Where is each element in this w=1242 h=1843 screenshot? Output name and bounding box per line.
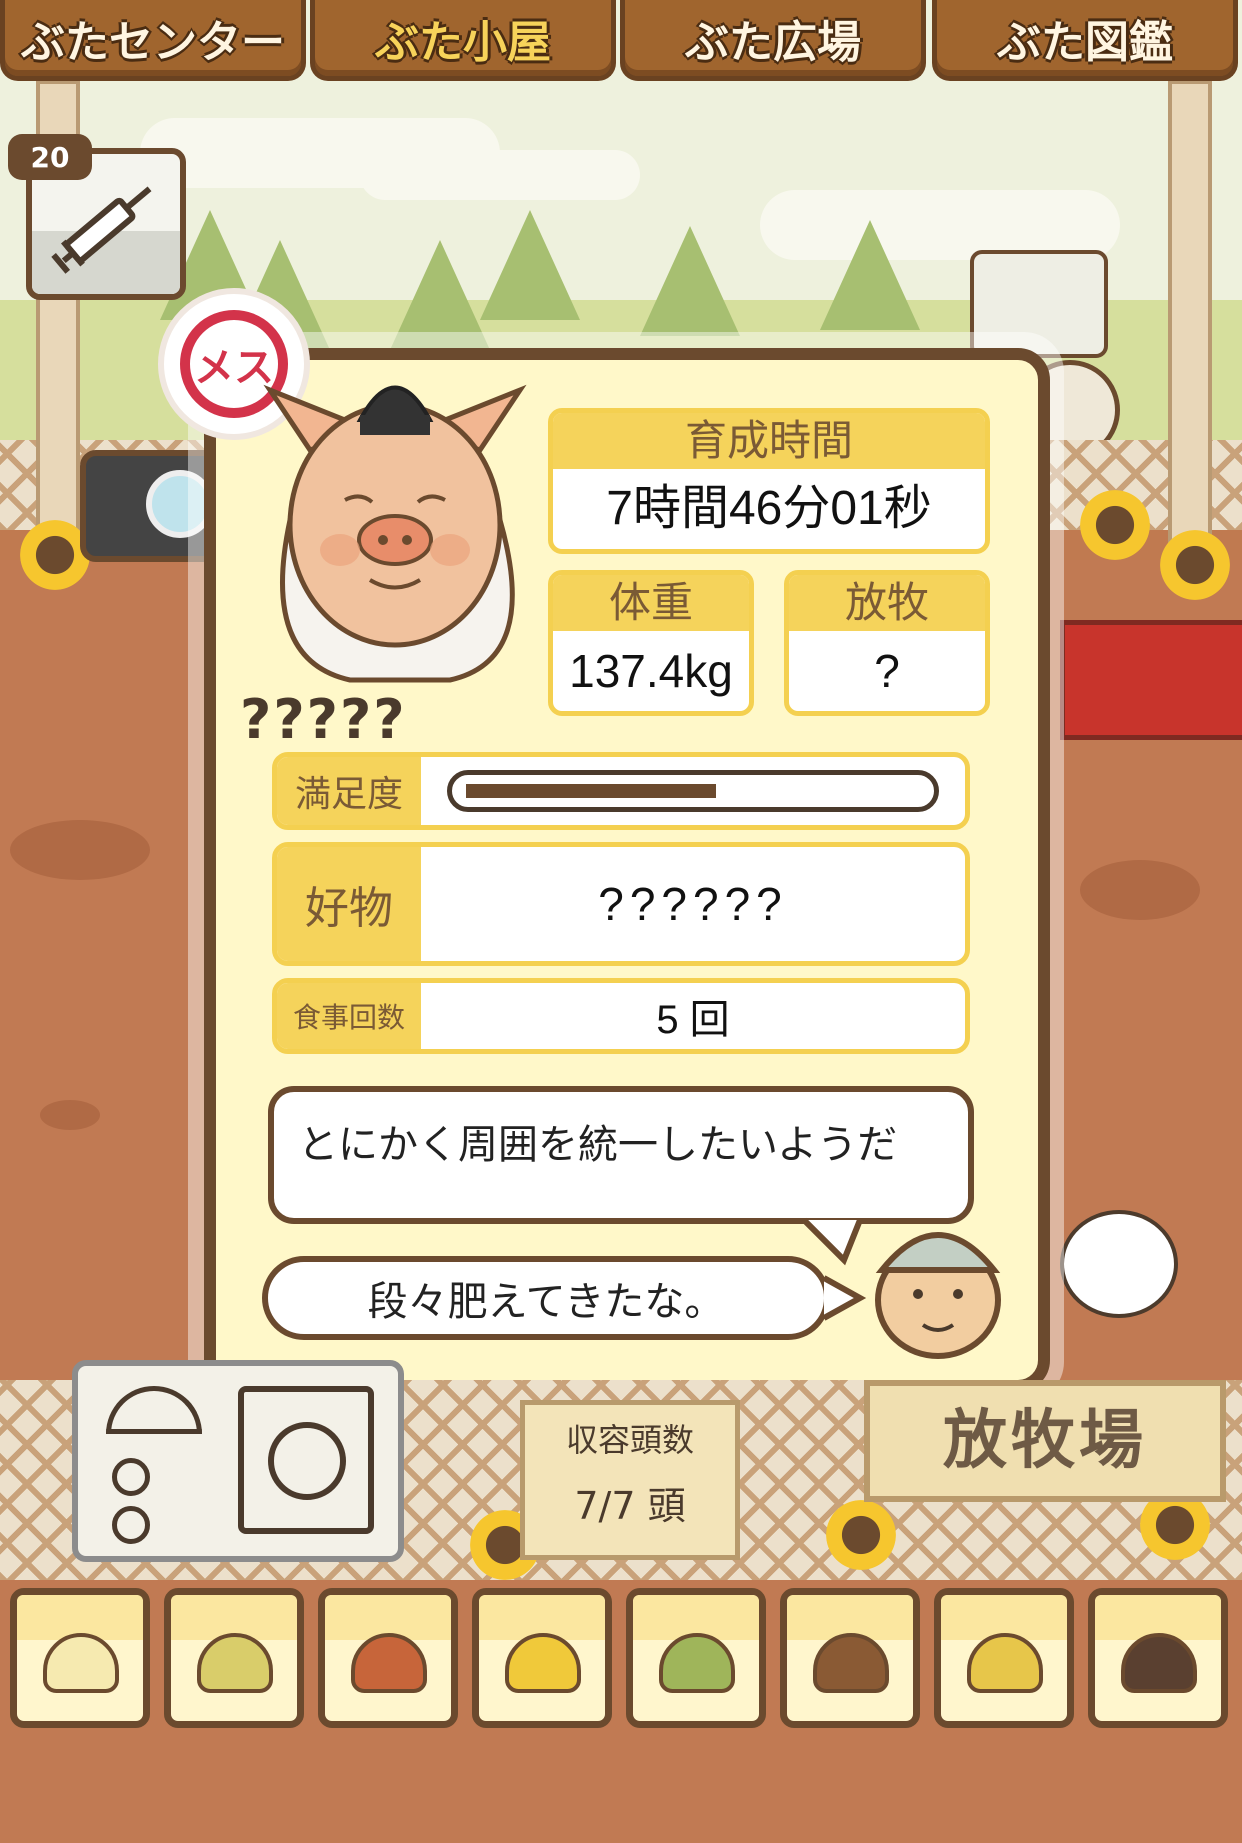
growth-time-value: 7時間46分01秒: [606, 482, 932, 535]
tree: [820, 220, 920, 330]
thermometer-icon: [106, 1386, 202, 1434]
grain-plate-icon: [967, 1633, 1043, 1693]
sunflower: [826, 1500, 896, 1570]
description-text: とにかく周囲を統一したいようだ: [298, 1122, 898, 1168]
satisfaction-bar: [447, 770, 939, 812]
meals-value: 5 回: [656, 998, 730, 1042]
mud-patch: [10, 820, 150, 880]
weight-label: 体重: [553, 575, 749, 631]
barn-control-panel[interactable]: [72, 1360, 404, 1562]
sunflower: [1160, 530, 1230, 600]
food-slot[interactable]: [780, 1588, 920, 1728]
weight-box: 体重 137.4kg: [548, 570, 754, 716]
food-slot[interactable]: [1088, 1588, 1228, 1728]
pasture-sign-button[interactable]: 放牧場: [864, 1380, 1226, 1502]
soybeans-icon: [43, 1633, 119, 1693]
satisfaction-label: 満足度: [277, 757, 421, 825]
food-slot[interactable]: [164, 1588, 304, 1728]
tree: [480, 210, 580, 320]
fan-icon[interactable]: [238, 1386, 374, 1534]
satisfaction-bar-fill: [466, 784, 716, 798]
tab-buta-center[interactable]: ぶたセンター: [0, 0, 306, 81]
satisfaction-row: 満足度: [272, 752, 970, 830]
growth-time-box: 育成時間 7時間46分01秒: [548, 408, 990, 554]
sunflower: [1080, 490, 1150, 560]
grazing-box: 放牧 ?: [784, 570, 990, 716]
dial-icon: [112, 1506, 150, 1544]
grazing-label: 放牧: [789, 575, 985, 631]
red-trough: [1060, 620, 1242, 740]
food-slot[interactable]: [934, 1588, 1074, 1728]
capacity-label: 収容頭数: [565, 1421, 694, 1459]
food-slot[interactable]: [626, 1588, 766, 1728]
pasture-sign-label: 放牧場: [943, 1404, 1147, 1478]
cloud: [360, 150, 640, 200]
farmer-avatar-icon: [875, 1232, 1001, 1359]
farmer-comment-bubble: 段々肥えてきたな。: [262, 1256, 830, 1340]
mud-patch: [1080, 860, 1200, 920]
mixed-beans-icon: [197, 1633, 273, 1693]
tab-buta-zukan[interactable]: ぶた図鑑: [932, 0, 1238, 81]
food-slot[interactable]: [318, 1588, 458, 1728]
vegetables-icon: [659, 1633, 735, 1693]
corn-icon: [505, 1633, 581, 1693]
sweet-potato-icon: [351, 1633, 427, 1693]
meals-row: 食事回数 5 回: [272, 978, 970, 1054]
food-slot[interactable]: [10, 1588, 150, 1728]
capacity-board: 収容頭数 7/7 頭: [520, 1400, 740, 1560]
description-bubble: とにかく周囲を統一したいようだ: [268, 1086, 974, 1224]
growth-time-label: 育成時間: [553, 413, 985, 469]
pig-name: ?????: [240, 688, 407, 751]
farmer-comment-text: 段々肥えてきたな。: [367, 1279, 725, 1325]
mud-patch: [40, 1100, 100, 1130]
truffle-plate-icon: [1121, 1633, 1197, 1693]
comment-bubble-tail: [822, 1275, 867, 1321]
syringe-count-badge: 20: [8, 134, 92, 180]
grazing-value: ?: [874, 645, 900, 697]
bird: [1060, 1210, 1178, 1318]
food-slot[interactable]: [472, 1588, 612, 1728]
meals-label: 食事回数: [277, 983, 421, 1049]
capacity-value: 7/7 頭: [574, 1484, 686, 1528]
tab-buta-goya[interactable]: ぶた小屋: [310, 0, 616, 81]
pig-portrait: [263, 384, 527, 683]
favorite-food-row: 好物 ??????: [272, 842, 970, 966]
favorite-label: 好物: [277, 847, 421, 961]
tree: [640, 226, 740, 336]
acorn-icon: [813, 1633, 889, 1693]
favorite-value: ??????: [598, 878, 788, 930]
dial-icon: [112, 1458, 150, 1496]
tab-buta-hiroba[interactable]: ぶた広場: [620, 0, 926, 81]
weight-value: 137.4kg: [569, 645, 733, 697]
